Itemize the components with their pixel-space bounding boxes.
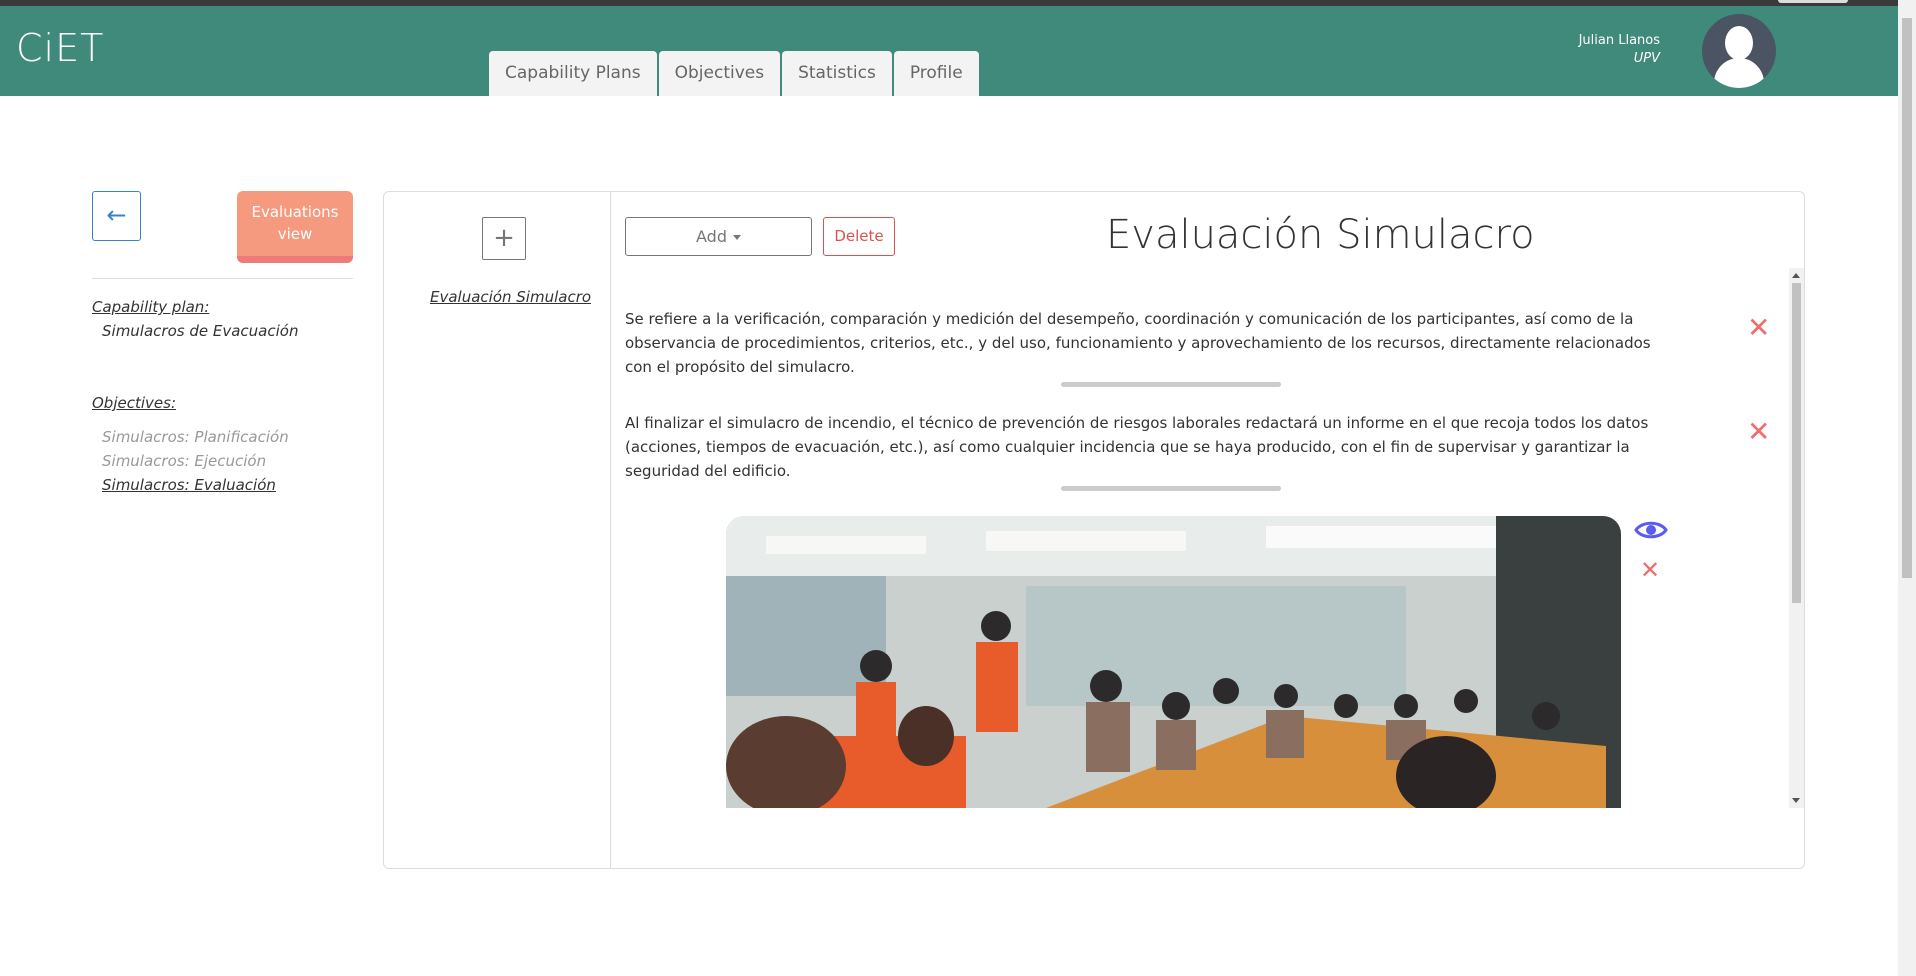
entry-text-1: Se refiere a la verificación, comparació…	[625, 310, 1651, 376]
page-scrollbar[interactable]	[1898, 0, 1916, 976]
close-icon[interactable]: ✕	[1747, 418, 1770, 446]
add-label: Add	[696, 227, 727, 246]
user-avatar-icon[interactable]	[1702, 14, 1776, 88]
objective-item-ejecucion[interactable]: Simulacros: Ejecución	[102, 452, 266, 470]
back-button[interactable]: ←	[92, 191, 141, 241]
entry-text-2: Al finalizar el simulacro de incendio, e…	[625, 414, 1649, 480]
delete-button[interactable]: Delete	[823, 217, 895, 256]
add-evaluation-button[interactable]: +	[482, 217, 526, 260]
arrow-left-icon: ←	[106, 201, 127, 229]
tab-objectives[interactable]: Objectives	[658, 51, 781, 96]
user-info: Julian Llanos UPV	[1540, 32, 1660, 68]
close-icon[interactable]: ✕	[1747, 314, 1770, 342]
scroll-up-icon[interactable]	[1792, 273, 1800, 278]
user-org: UPV	[1633, 51, 1660, 66]
left-divider	[92, 278, 353, 279]
evaluation-card: + Evaluación Simulacro Add Delete Evalua…	[383, 191, 1805, 869]
objective-item-evaluacion[interactable]: Simulacros: Evaluación	[102, 476, 276, 494]
caret-down-icon	[732, 235, 741, 240]
plus-icon: +	[493, 223, 515, 253]
close-icon[interactable]: ✕	[1640, 556, 1660, 584]
tab-capability-plans[interactable]: Capability Plans	[489, 51, 657, 96]
drag-handle[interactable]	[1061, 382, 1281, 387]
app-header: CiET Capability Plans Objectives Statist…	[0, 6, 1898, 96]
evaluation-title: Evaluación Simulacro	[1106, 212, 1535, 258]
evaluation-link[interactable]: Evaluación Simulacro	[430, 288, 591, 306]
add-dropdown-button[interactable]: Add	[625, 217, 812, 256]
main-nav: Capability Plans Objectives Statistics P…	[489, 51, 979, 96]
capability-plan-heading: Capability plan:	[92, 298, 210, 316]
capability-plan-value: Simulacros de Evacuación	[102, 322, 299, 340]
evaluation-photo	[726, 516, 1621, 808]
scroll-down-icon[interactable]	[1792, 798, 1800, 803]
card-divider	[610, 192, 611, 868]
page-scroll-thumb[interactable]	[1902, 18, 1912, 578]
eye-icon[interactable]	[1634, 519, 1668, 545]
drag-handle[interactable]	[1061, 486, 1281, 491]
scroll-thumb[interactable]	[1792, 283, 1801, 603]
tab-profile[interactable]: Profile	[893, 51, 979, 96]
user-name: Julian Llanos	[1578, 33, 1660, 48]
tab-statistics[interactable]: Statistics	[782, 51, 892, 96]
objectives-heading: Objectives:	[92, 394, 176, 412]
top-strip-button[interactable]	[1778, 0, 1848, 3]
brand-logo[interactable]: CiET	[16, 26, 104, 70]
content-scrollbar[interactable]	[1789, 268, 1804, 808]
objective-item-planificacion[interactable]: Simulacros: Planificación	[102, 428, 289, 446]
evaluations-view-button[interactable]: Evaluations view	[237, 191, 353, 263]
